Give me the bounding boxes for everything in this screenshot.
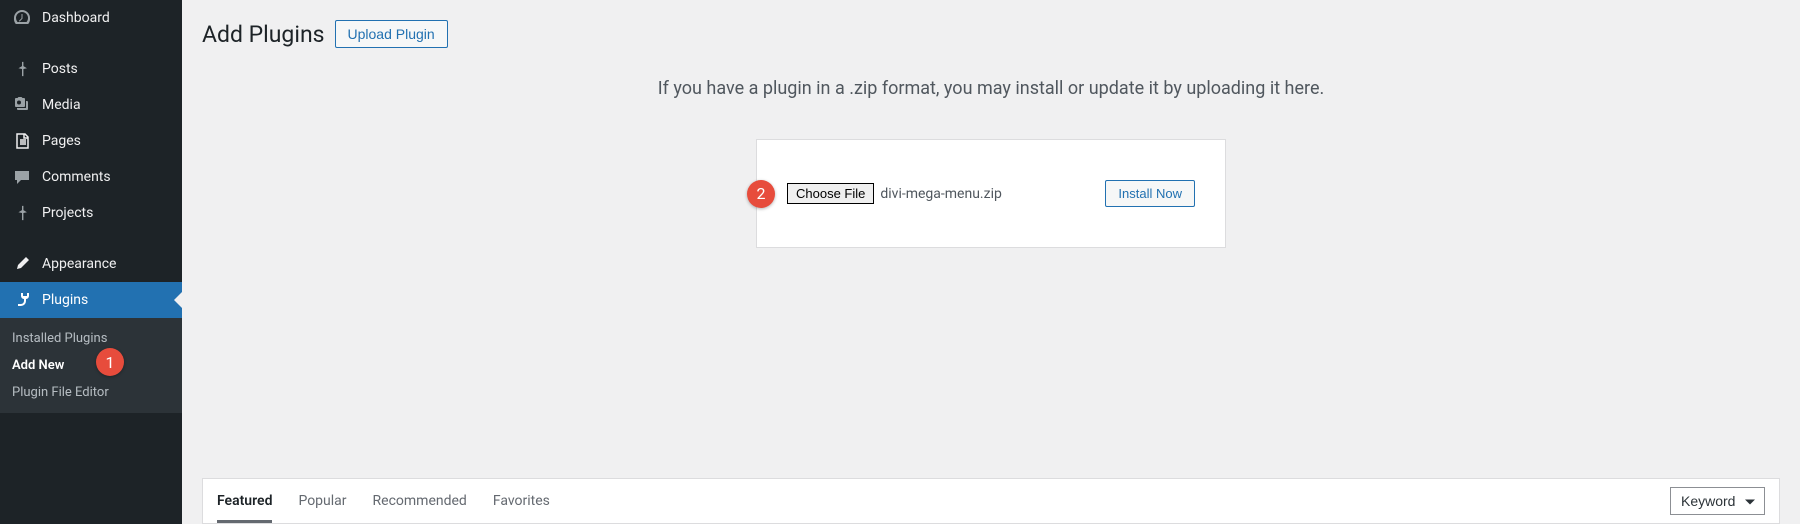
admin-sidebar: Dashboard Posts Media Pages Comments Pro… <box>0 0 182 524</box>
sidebar-item-appearance[interactable]: Appearance <box>0 246 182 282</box>
submenu-add-new[interactable]: Add New 1 <box>0 352 182 379</box>
submenu-label: Add New <box>12 358 64 373</box>
sidebar-item-label: Media <box>42 97 81 113</box>
sidebar-item-label: Posts <box>42 61 78 77</box>
sidebar-item-projects[interactable]: Projects <box>0 195 182 231</box>
main-content: Add Plugins Upload Plugin If you have a … <box>182 0 1800 524</box>
plugins-submenu: Installed Plugins Add New 1 Plugin File … <box>0 318 182 413</box>
comments-icon <box>12 167 32 187</box>
upload-box: 2 Choose File divi-mega-menu.zip Install… <box>756 139 1226 248</box>
search-type-select[interactable]: Keyword <box>1670 487 1765 515</box>
page-header: Add Plugins Upload Plugin <box>202 20 1780 48</box>
sidebar-item-label: Plugins <box>42 292 88 308</box>
selected-file-name: divi-mega-menu.zip <box>880 186 1001 202</box>
sidebar-item-dashboard[interactable]: Dashboard <box>0 0 182 36</box>
sidebar-item-media[interactable]: Media <box>0 87 182 123</box>
sidebar-separator <box>0 231 182 246</box>
tab-favorites[interactable]: Favorites <box>493 479 550 523</box>
sidebar-item-label: Pages <box>42 133 81 149</box>
media-icon <box>12 95 32 115</box>
pin-icon <box>12 203 32 223</box>
tab-popular[interactable]: Popular <box>298 479 346 523</box>
sidebar-item-comments[interactable]: Comments <box>0 159 182 195</box>
annotation-badge-2: 2 <box>747 180 775 208</box>
sidebar-separator <box>0 36 182 51</box>
annotation-badge-1: 1 <box>96 348 124 376</box>
submenu-installed-plugins[interactable]: Installed Plugins <box>0 325 182 352</box>
pin-icon <box>12 59 32 79</box>
tab-recommended[interactable]: Recommended <box>373 479 467 523</box>
sidebar-item-pages[interactable]: Pages <box>0 123 182 159</box>
choose-file-button[interactable]: Choose File <box>787 183 874 204</box>
sidebar-item-posts[interactable]: Posts <box>0 51 182 87</box>
upload-plugin-button[interactable]: Upload Plugin <box>335 20 448 48</box>
submenu-plugin-file-editor[interactable]: Plugin File Editor <box>0 379 182 406</box>
pages-icon <box>12 131 32 151</box>
upload-instruction: If you have a plugin in a .zip format, y… <box>202 78 1780 99</box>
dashboard-icon <box>12 8 32 28</box>
brush-icon <box>12 254 32 274</box>
sidebar-item-label: Dashboard <box>42 10 110 26</box>
search-filter-wrap: Keyword <box>1670 487 1765 515</box>
sidebar-item-label: Projects <box>42 205 93 221</box>
install-now-button[interactable]: Install Now <box>1105 180 1195 207</box>
page-title: Add Plugins <box>202 21 325 48</box>
tab-featured[interactable]: Featured <box>217 479 272 523</box>
sidebar-item-label: Comments <box>42 169 111 185</box>
filter-tabs-bar: Featured Popular Recommended Favorites K… <box>202 478 1780 524</box>
plugin-icon <box>12 290 32 310</box>
file-choose-wrap: 2 Choose File divi-mega-menu.zip <box>787 183 1002 204</box>
tabs-left: Featured Popular Recommended Favorites <box>217 479 550 523</box>
sidebar-item-plugins[interactable]: Plugins <box>0 282 182 318</box>
sidebar-item-label: Appearance <box>42 256 116 272</box>
